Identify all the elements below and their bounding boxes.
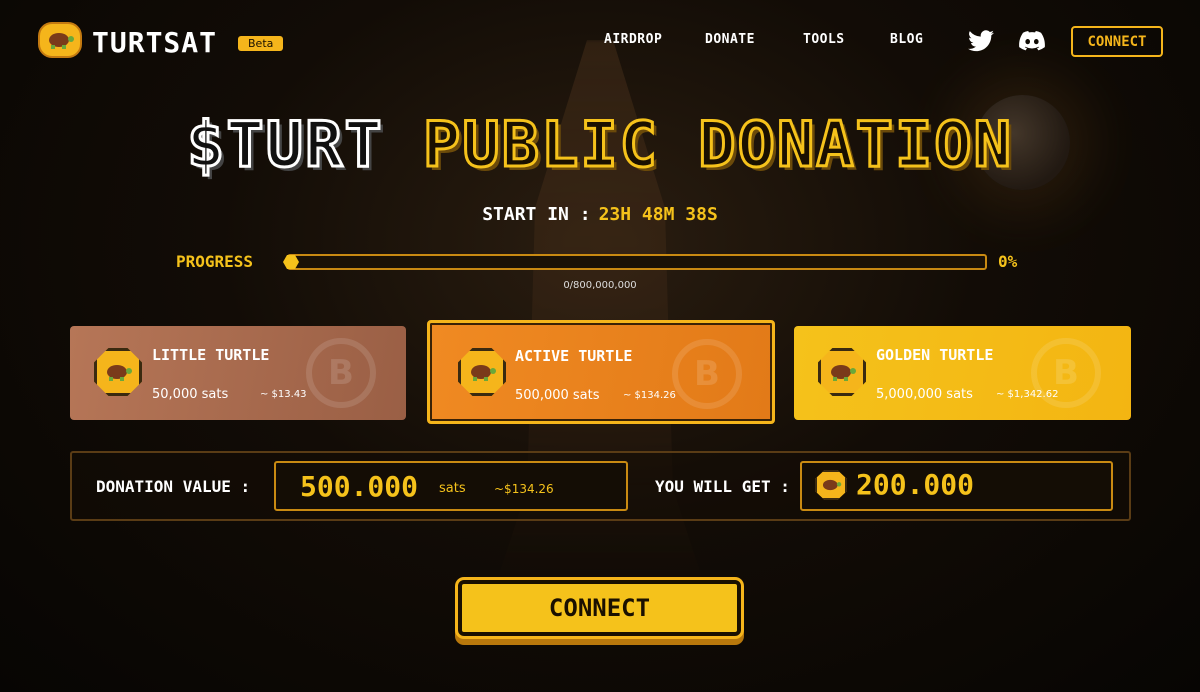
nav-connect-button[interactable]: CONNECT [1071,26,1163,57]
bitcoin-coin-icon: B [306,338,376,408]
tier-name: GOLDEN TURTLE [876,346,994,364]
nav-donate[interactable]: DONATE [705,32,755,47]
tier-card-active-turtle[interactable]: B ACTIVE TURTLE 500,000 sats ~ $134.26 [427,320,775,424]
title-ticker: $TURT [186,107,384,183]
title-main: PUBLIC DONATION [422,107,1013,183]
progress-bar [287,254,987,270]
tier-name: ACTIVE TURTLE [515,347,633,365]
tier-sats: 50,000 sats [152,387,229,402]
connect-button[interactable]: CONNECT [458,580,741,636]
donation-value-label: DONATION VALUE : [96,477,251,496]
turtle-icon [458,348,506,396]
progress-percent: 0% [998,252,1018,271]
progress-count: 0/800,000,000 [563,280,637,291]
tier-card-golden-turtle[interactable]: B GOLDEN TURTLE 5,000,000 sats ~ $1,342.… [794,326,1131,420]
beta-badge: Beta [238,36,284,51]
you-will-get-amount: 200.000 [856,468,975,501]
tier-sats: 5,000,000 sats [876,387,973,402]
brand-name[interactable]: TURTSAT [92,26,217,59]
donation-unit: sats [439,481,466,496]
progress-label: PROGRESS [176,252,254,271]
donation-usd: ~$134.26 [494,482,554,496]
you-will-get-label: YOU WILL GET : [655,477,790,496]
donation-amount: 500.000 [300,470,419,503]
nav-blog[interactable]: BLOG [890,32,923,47]
bitcoin-coin-icon: B [672,339,742,409]
countdown: START IN : 23H 48M 38S [0,204,1200,225]
twitter-icon[interactable] [968,30,994,52]
countdown-value: 23H 48M 38S [598,204,718,225]
tier-name: LITTLE TURTLE [152,346,270,364]
discord-icon[interactable] [1019,30,1045,52]
nav-tools[interactable]: TOOLS [803,32,845,47]
page-title: $TURT PUBLIC DONATION [0,107,1200,183]
tier-card-little-turtle[interactable]: B LITTLE TURTLE 50,000 sats ~ $13.43 [70,326,406,420]
tier-usd: ~ $13.43 [260,389,307,400]
countdown-label: START IN : [482,204,591,225]
turtle-icon [94,348,142,396]
top-nav: TURTSAT Beta AIRDROP DONATE TOOLS BLOG C… [0,0,1200,80]
tier-usd: ~ $1,342.62 [996,389,1059,400]
turtle-icon [818,348,866,396]
tier-usd: ~ $134.26 [623,390,676,401]
turtle-logo-icon[interactable] [38,22,82,58]
tier-sats: 500,000 sats [515,388,600,403]
nav-airdrop[interactable]: AIRDROP [604,32,662,47]
